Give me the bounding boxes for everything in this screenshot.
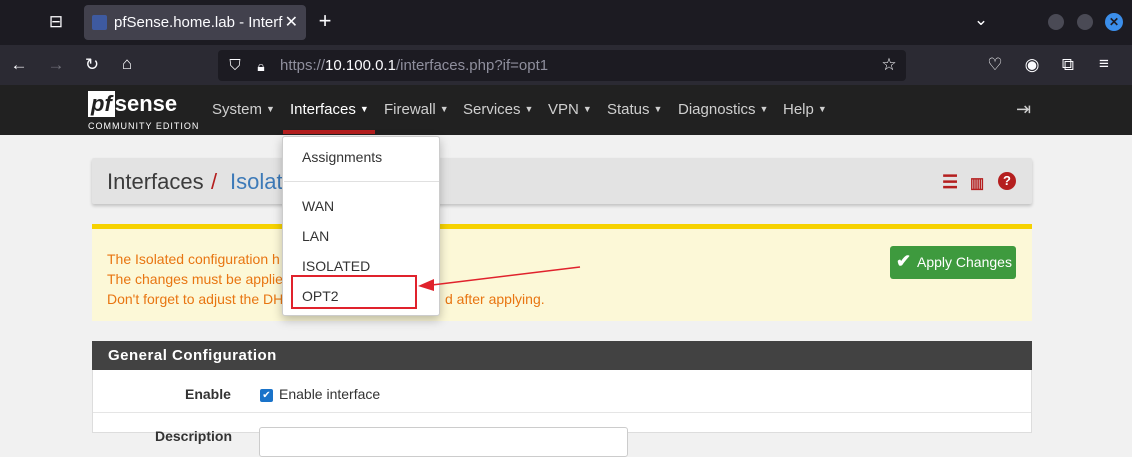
home-icon[interactable]: ⌂	[116, 54, 138, 74]
enable-checkbox[interactable]: ✔	[260, 389, 273, 402]
pfsense-favicon-icon	[92, 15, 107, 30]
nav-system[interactable]: System ▼	[212, 101, 275, 118]
menu-divider	[284, 181, 439, 182]
active-nav-indicator	[283, 130, 375, 134]
logout-icon[interactable]: ⇥	[1016, 99, 1031, 120]
enable-label: Enable	[185, 386, 231, 402]
help-icon[interactable]: ?	[998, 172, 1016, 190]
apply-changes-button[interactable]: ✔ Apply Changes	[890, 246, 1016, 279]
main-navbar: pf sense COMMUNITY EDITION System ▼ Interf…	[0, 85, 1132, 135]
menu-item-lan[interactable]: LAN	[302, 228, 329, 244]
alert-line-2: The changes must be applie	[107, 271, 283, 287]
caret-down-icon: ▼	[653, 104, 663, 114]
sliders-icon[interactable]: ☰	[942, 172, 958, 193]
description-input[interactable]	[259, 427, 628, 457]
url-text[interactable]: https://10.100.0.1/interfaces.php?if=opt…	[280, 57, 548, 74]
menu-item-wan[interactable]: WAN	[302, 198, 334, 214]
annotation-arrow	[418, 266, 581, 291]
minimize-button[interactable]	[1048, 14, 1064, 30]
reload-icon[interactable]: ↻	[81, 55, 103, 75]
breadcrumb-separator: /	[211, 169, 218, 194]
bookmark-star-icon[interactable]: ☆	[878, 55, 900, 75]
enable-checkbox-text[interactable]: Enable interface	[279, 386, 380, 402]
breadcrumb-page[interactable]: Isolat	[230, 169, 283, 195]
caret-down-icon: ▼	[817, 104, 827, 114]
new-tab-icon[interactable]: +	[314, 10, 336, 32]
close-window-button[interactable]: ✕	[1105, 13, 1123, 31]
menu-item-isolated[interactable]: ISOLATED	[302, 258, 370, 274]
shield-icon[interactable]: ⛉	[224, 56, 246, 76]
breadcrumb-section[interactable]: Interfaces	[107, 169, 204, 195]
tab-overview-icon[interactable]: ⊟	[45, 12, 67, 32]
nav-interfaces[interactable]: Interfaces ▼	[290, 101, 369, 118]
panel-header: General Configuration	[92, 341, 1032, 370]
extensions-icon[interactable]: ⧉	[1057, 55, 1079, 75]
pocket-icon[interactable]: ♡	[984, 55, 1006, 75]
browser-tab-bar: ⊟ pfSense.home.lab - Interf ✕ + ⌄ ✕	[0, 0, 1132, 45]
browser-toolbar: ← → ↻ ⌂ ⛉ 🔒︎ https://10.100.0.1/interfac…	[0, 45, 1132, 85]
pfsense-logo[interactable]: pf sense COMMUNITY EDITION	[88, 91, 198, 131]
logo-sense: sense	[114, 91, 178, 116]
nav-status[interactable]: Status ▼	[607, 101, 662, 118]
maximize-button[interactable]	[1077, 14, 1093, 30]
account-icon[interactable]: ◉	[1021, 55, 1043, 75]
chart-icon[interactable]: ▥	[970, 174, 984, 192]
lock-icon[interactable]: 🔒︎	[250, 56, 272, 76]
menu-item-assignments[interactable]: Assignments	[302, 149, 382, 165]
panel-title: General Configuration	[108, 347, 277, 364]
nav-help[interactable]: Help ▼	[783, 101, 827, 118]
alert-line-3: Don't forget to adjust the DH	[107, 291, 284, 307]
back-arrow-icon[interactable]: ←	[8, 55, 30, 75]
alert-line-1: The Isolated configuration h	[107, 251, 280, 267]
menu-icon[interactable]: ≡	[1093, 54, 1115, 74]
annotation-highlight-box	[291, 275, 417, 309]
tab-close-icon[interactable]: ✕	[285, 12, 298, 32]
caret-down-icon: ▼	[439, 104, 449, 114]
nav-firewall[interactable]: Firewall ▼	[384, 101, 449, 118]
nav-vpn[interactable]: VPN ▼	[548, 101, 592, 118]
caret-down-icon: ▼	[524, 104, 534, 114]
nav-diagnostics[interactable]: Diagnostics ▼	[678, 101, 768, 118]
logo-pf: pf	[88, 91, 115, 117]
caret-down-icon: ▼	[266, 104, 275, 114]
description-label: Description	[155, 428, 233, 444]
row-divider	[93, 412, 1031, 413]
page-header: Interfaces / Isolat ☰ ▥ ?	[92, 158, 1032, 204]
check-icon: ✔	[896, 251, 912, 271]
tab-list-chevron-icon[interactable]: ⌄	[970, 10, 992, 30]
tab-title: pfSense.home.lab - Interf	[114, 14, 283, 31]
url-bar[interactable]: ⛉ 🔒︎ https://10.100.0.1/interfaces.php?i…	[218, 50, 906, 81]
logo-edition: COMMUNITY EDITION	[88, 121, 200, 131]
panel-body: Enable ✔ Enable interface Description	[92, 370, 1032, 457]
caret-down-icon: ▼	[582, 104, 592, 114]
forward-arrow-icon[interactable]: →	[45, 55, 67, 75]
apply-changes-label: Apply Changes	[917, 254, 1012, 270]
caret-down-icon: ▼	[759, 104, 769, 114]
browser-tab[interactable]: pfSense.home.lab - Interf ✕	[84, 5, 306, 40]
nav-services[interactable]: Services ▼	[463, 101, 533, 118]
caret-down-icon: ▼	[359, 104, 369, 114]
